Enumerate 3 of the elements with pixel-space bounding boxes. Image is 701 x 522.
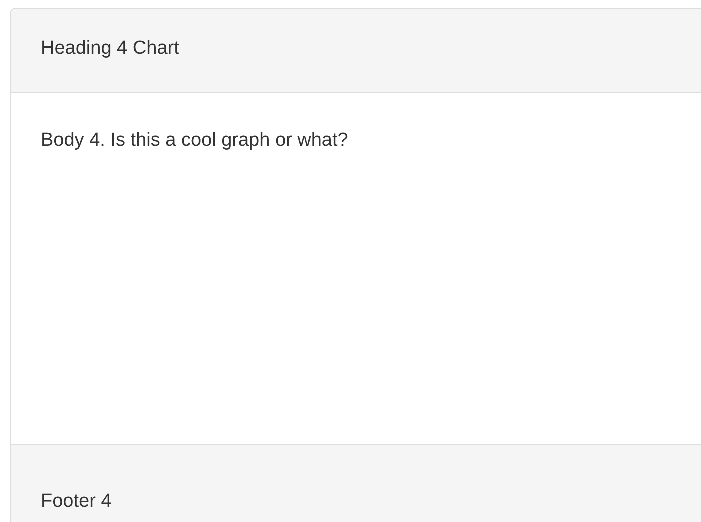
heading-text: Heading 4 Chart xyxy=(41,37,180,61)
footer-text: Footer 4 xyxy=(41,490,113,514)
body-text: Body 4. Is this a cool graph or what? xyxy=(41,130,348,151)
